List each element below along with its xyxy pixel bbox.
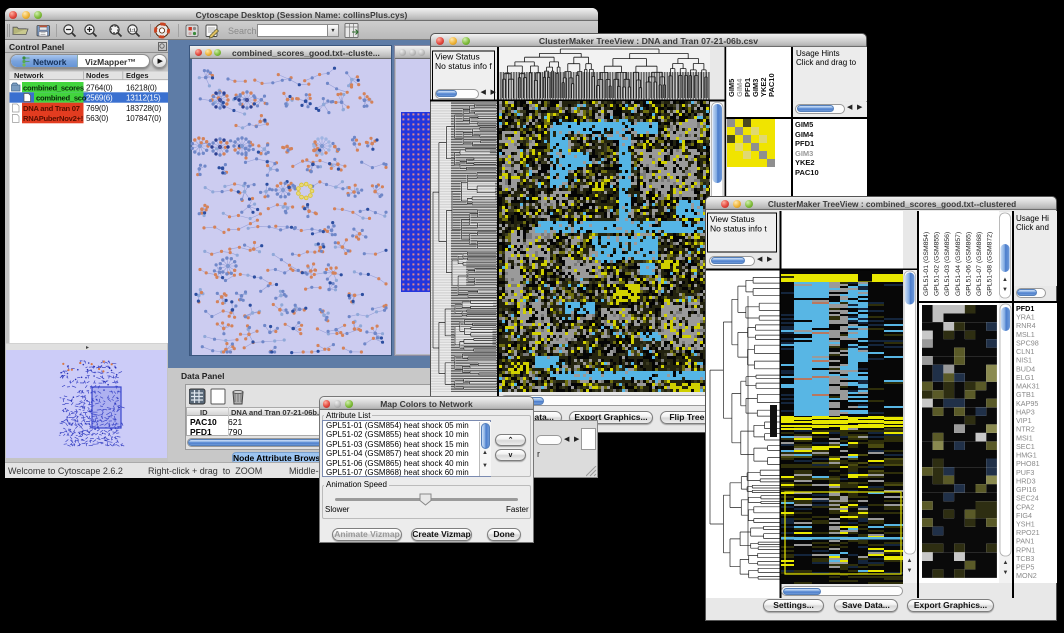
svg-text:1:1: 1:1 bbox=[129, 27, 136, 32]
